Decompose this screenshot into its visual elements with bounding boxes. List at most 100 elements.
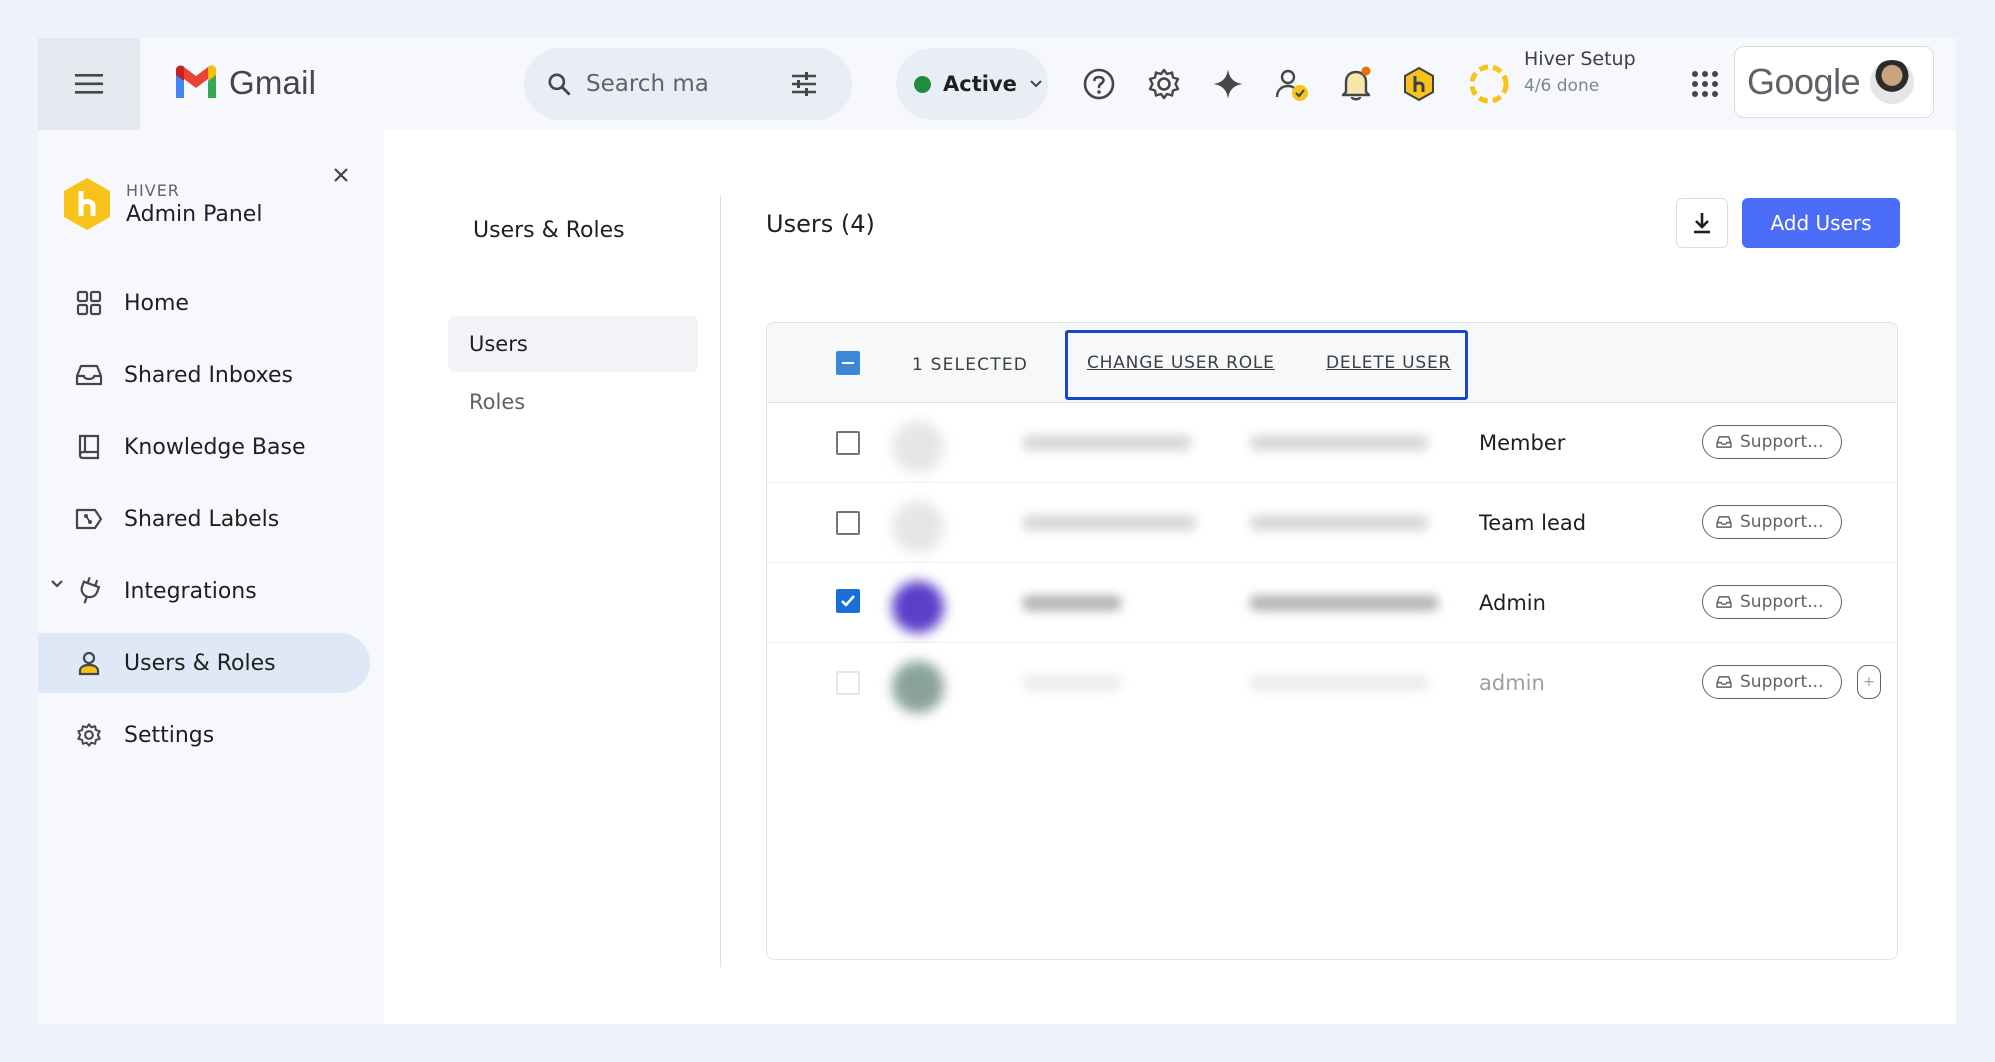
- team-chip[interactable]: Support...: [1702, 425, 1842, 459]
- search-icon: [548, 73, 571, 96]
- grid-icon: [74, 288, 104, 318]
- selected-count: 1 SELECTED: [912, 355, 1029, 375]
- status-label: Active: [943, 72, 1017, 96]
- sidebar-item-label: Shared Inboxes: [124, 362, 293, 388]
- user-email-redacted: [1249, 675, 1429, 691]
- team-name: Support...: [1740, 672, 1824, 692]
- bulk-action-bar: 1 SELECTED CHANGE USER ROLE DELETE USER: [767, 323, 1897, 403]
- hiver-extension-button[interactable]: [1399, 64, 1439, 104]
- search-bar[interactable]: [524, 48, 852, 120]
- hiver-logo-icon: [1404, 66, 1434, 102]
- chevron-down-icon: [51, 580, 63, 588]
- sidebar-nav: Home Shared Inboxes Knowledge Base Share…: [38, 273, 384, 777]
- tab-roles[interactable]: Roles: [448, 374, 698, 430]
- row-checkbox[interactable]: [836, 511, 860, 535]
- sidebar-item-label: Home: [124, 290, 189, 316]
- sidebar-item-settings[interactable]: Settings: [38, 705, 370, 765]
- status-dot: [914, 75, 931, 93]
- gmail-logo[interactable]: Gmail: [173, 64, 316, 102]
- plus-icon: +: [1863, 674, 1875, 690]
- row-checkbox[interactable]: [836, 431, 860, 455]
- inbox-icon: [1716, 596, 1732, 608]
- gemini-button[interactable]: [1208, 64, 1248, 104]
- team-name: Support...: [1740, 512, 1824, 532]
- avatar: [892, 661, 944, 713]
- table-row[interactable]: Member Support...: [767, 403, 1897, 483]
- section-title: Users & Roles: [473, 218, 625, 243]
- main-menu-button[interactable]: [38, 38, 140, 130]
- search-options-icon[interactable]: [790, 71, 818, 97]
- gear-icon: [74, 720, 104, 750]
- panel-title: Admin Panel: [126, 202, 263, 227]
- add-users-button[interactable]: Add Users: [1742, 198, 1900, 248]
- sidebar-item-users-roles[interactable]: Users & Roles: [38, 633, 370, 693]
- notifications-button[interactable]: [1336, 64, 1376, 104]
- sidebar-item-label: Settings: [124, 722, 215, 748]
- user-role: admin: [1479, 671, 1545, 695]
- user-email-redacted: [1249, 595, 1439, 611]
- change-user-role-button[interactable]: CHANGE USER ROLE: [1087, 353, 1275, 373]
- chevron-down-icon: [1030, 80, 1042, 88]
- divider: [720, 195, 721, 967]
- assignee-status-button[interactable]: [1272, 64, 1312, 104]
- close-icon: [334, 168, 348, 182]
- user-name-redacted: [1022, 675, 1122, 691]
- status-dropdown[interactable]: Active: [896, 48, 1048, 120]
- google-wordmark: Google: [1747, 61, 1861, 102]
- gear-icon: [1148, 68, 1180, 100]
- table-row[interactable]: Admin Support...: [767, 563, 1897, 643]
- setup-progress: 4/6 done: [1524, 76, 1600, 96]
- search-input[interactable]: [586, 71, 776, 97]
- team-name: Support...: [1740, 592, 1824, 612]
- sidebar-item-home[interactable]: Home: [38, 273, 370, 333]
- setup-progress-ring[interactable]: [1466, 61, 1512, 107]
- sidebar-item-label: Knowledge Base: [124, 434, 306, 460]
- user-email-redacted: [1249, 515, 1429, 531]
- user-role: Team lead: [1479, 511, 1587, 535]
- avatar: [892, 581, 944, 633]
- hamburger-icon: [75, 74, 103, 94]
- sidebar-item-integrations[interactable]: Integrations: [38, 561, 370, 621]
- tab-users[interactable]: Users: [448, 316, 698, 372]
- team-chip[interactable]: Support...: [1702, 585, 1842, 619]
- sidebar-item-shared-labels[interactable]: Shared Labels: [38, 489, 370, 549]
- help-button[interactable]: [1079, 64, 1119, 104]
- close-panel-button[interactable]: [328, 162, 354, 188]
- more-teams-chip[interactable]: +: [1857, 665, 1881, 699]
- team-chip[interactable]: Support...: [1702, 505, 1842, 539]
- hiver-brand: HIVER Admin Panel: [62, 176, 262, 232]
- settings-button[interactable]: [1144, 64, 1184, 104]
- select-all-checkbox[interactable]: [836, 351, 860, 375]
- progress-ring-icon: [1469, 64, 1509, 104]
- gmail-wordmark: Gmail: [229, 64, 317, 101]
- sidebar-item-shared-inboxes[interactable]: Shared Inboxes: [38, 345, 370, 405]
- avatar: [892, 421, 944, 473]
- hiver-setup[interactable]: Hiver Setup 4/6 done: [1524, 48, 1674, 96]
- team-chip[interactable]: Support...: [1702, 665, 1842, 699]
- row-checkbox[interactable]: [836, 671, 860, 695]
- main-panel: Users & Roles Users Roles Users (4) Add …: [384, 130, 1956, 1024]
- apps-button[interactable]: [1685, 64, 1725, 104]
- download-button[interactable]: [1676, 198, 1728, 248]
- app-window: Gmail Active Hiver Setup 4/6 done Google: [38, 38, 1956, 1024]
- sidebar-item-label: Users & Roles: [124, 650, 276, 676]
- user-name-redacted: [1022, 515, 1197, 531]
- person-check-icon: [1275, 69, 1308, 101]
- label-icon: [74, 504, 104, 534]
- inbox-icon: [74, 360, 104, 390]
- users-table: 1 SELECTED CHANGE USER ROLE DELETE USER …: [766, 322, 1898, 960]
- sidebar-item-label: Integrations: [124, 578, 257, 604]
- user-role: Admin: [1479, 591, 1546, 615]
- table-row[interactable]: Team lead Support...: [767, 483, 1897, 563]
- row-checkbox[interactable]: [836, 589, 860, 613]
- avatar: [892, 501, 944, 553]
- page-title: Users (4): [766, 210, 875, 238]
- delete-user-button[interactable]: DELETE USER: [1326, 353, 1451, 373]
- sidebar-item-knowledge-base[interactable]: Knowledge Base: [38, 417, 370, 477]
- google-account-button[interactable]: Google: [1734, 46, 1934, 118]
- inbox-icon: [1716, 436, 1732, 448]
- user-role: Member: [1479, 431, 1566, 455]
- user-name-redacted: [1022, 435, 1192, 451]
- table-row[interactable]: admin Support... +: [767, 643, 1897, 723]
- hiver-logo-icon: [64, 178, 110, 230]
